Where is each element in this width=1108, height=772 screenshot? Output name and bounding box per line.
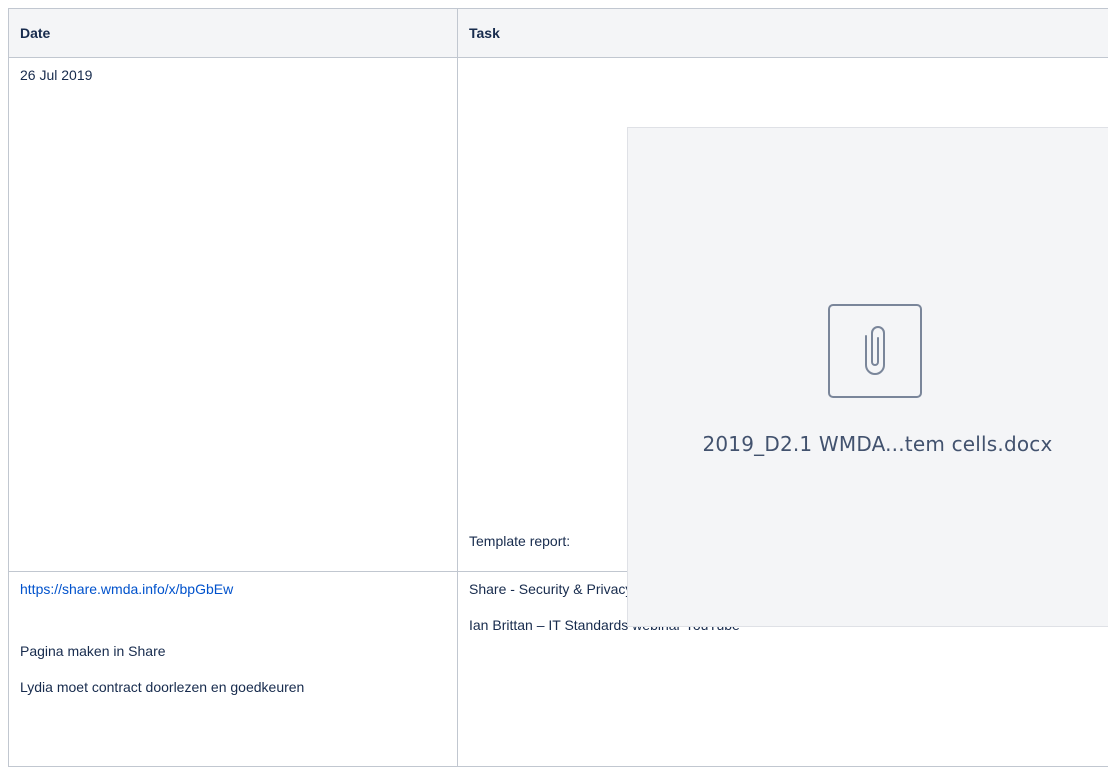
table-row: 26 Jul 2019 Template report: 2019_D2.1 W… [8,57,1108,627]
task-cell: Template report: 2019_D2.1 WMDA...tem ce… [457,57,1108,627]
date-text: 26 Jul 2019 [20,67,93,83]
list-item: Pagina maken in Share [20,643,166,659]
task-table-container: Date Task 26 Jul 2019 Template report: 2… [8,8,1108,772]
template-report-label: Template report: [469,533,571,549]
column-header-date[interactable]: Date [8,8,458,58]
date-cell: https://share.wmda.info/x/bpGbEw Pagina … [8,571,458,767]
column-header-task[interactable]: Task [457,8,1108,58]
paperclip-icon [828,304,922,398]
attachment-filename[interactable]: 2019_D2.1 WMDA...tem cells.docx [628,432,1108,456]
date-cell: 26 Jul 2019 [8,57,458,572]
share-page-link[interactable]: https://share.wmda.info/x/bpGbEw [20,579,446,599]
table-header-row: Date Task [8,8,1108,58]
list-item: Lydia moet contract doorlezen en goedkeu… [20,679,305,695]
paperclip-icon-glyph [865,326,885,375]
task-table: Date Task 26 Jul 2019 Template report: 2… [8,8,1108,767]
attachment-preview[interactable]: 2019_D2.1 WMDA...tem cells.docx [627,127,1108,627]
